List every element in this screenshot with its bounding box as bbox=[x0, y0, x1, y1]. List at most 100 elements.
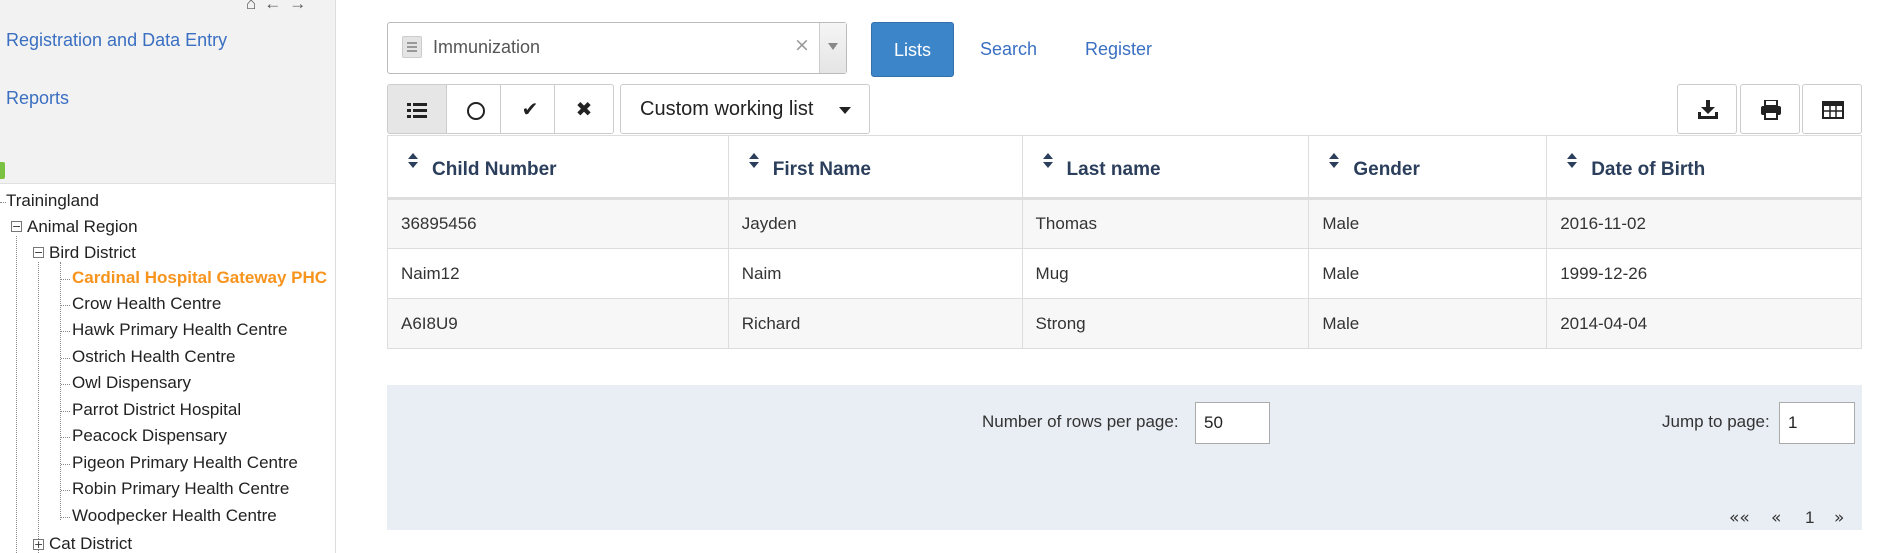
tree-node-selected-orgunit[interactable]: Cardinal Hospital Gateway PHC bbox=[72, 268, 327, 288]
forward-arrow-icon[interactable]: → bbox=[289, 0, 314, 13]
table-cell: Naim12 bbox=[387, 248, 729, 299]
column-header-date-of-birth[interactable]: Date of Birth bbox=[1546, 135, 1862, 200]
table-cell: Jayden bbox=[727, 198, 1023, 249]
program-icon bbox=[402, 36, 422, 58]
sidebar: ⌂←→ Registration and Data Entry Reports … bbox=[0, 0, 336, 553]
working-list-table: Child Number First Name Last name Gender… bbox=[387, 135, 1862, 349]
tree-connector bbox=[61, 464, 70, 465]
working-list-dropdown[interactable]: Custom working list bbox=[620, 84, 870, 134]
table-cell: Richard bbox=[727, 298, 1023, 349]
tree-node-animal-region[interactable]: Animal Region bbox=[27, 217, 138, 237]
tree-connector bbox=[38, 262, 39, 553]
collapse-icon[interactable]: − bbox=[11, 221, 22, 232]
filter-completed-button[interactable]: ✔ bbox=[500, 84, 560, 134]
tree-node-orgunit[interactable]: Robin Primary Health Centre bbox=[72, 479, 289, 499]
table-cell: Naim bbox=[727, 248, 1023, 299]
table-row[interactable]: A6I8U9 Richard Strong Male 2014-04-04 bbox=[387, 298, 1862, 349]
column-header-gender[interactable]: Gender bbox=[1308, 135, 1548, 200]
column-header-child-number[interactable]: Child Number bbox=[387, 135, 729, 200]
tree-node-orgunit[interactable]: Owl Dispensary bbox=[72, 373, 191, 393]
table-row[interactable]: 36895456 Jayden Thomas Male 2016-11-02 bbox=[387, 198, 1862, 249]
previous-page-link[interactable]: « bbox=[1771, 508, 1781, 528]
nav-icons: ⌂←→ bbox=[246, 0, 314, 14]
filter-open-button[interactable] bbox=[446, 84, 506, 134]
tree-node-cat-district[interactable]: Cat District bbox=[49, 534, 132, 553]
table-cell: Thomas bbox=[1021, 198, 1310, 249]
column-header-label: Last name bbox=[1066, 158, 1161, 180]
table-cell: 1999-12-26 bbox=[1546, 248, 1862, 299]
collapse-icon[interactable]: − bbox=[33, 247, 44, 258]
print-icon bbox=[1761, 100, 1781, 120]
column-header-first-name[interactable]: First Name bbox=[727, 135, 1023, 200]
tree-node-orgunit[interactable]: Ostrich Health Centre bbox=[72, 347, 235, 367]
sort-icon[interactable] bbox=[1567, 152, 1578, 169]
tree-connector bbox=[61, 411, 70, 412]
tab-lists[interactable]: Lists bbox=[871, 22, 954, 77]
columns-button[interactable] bbox=[1802, 84, 1862, 134]
table-cell: Strong bbox=[1021, 298, 1310, 349]
tree-connector bbox=[61, 490, 70, 491]
tree-connector bbox=[61, 517, 70, 518]
tree-connector bbox=[61, 437, 70, 438]
sort-icon[interactable] bbox=[408, 152, 418, 169]
expand-icon[interactable]: + bbox=[33, 539, 44, 550]
table-cell: 2016-11-02 bbox=[1546, 198, 1862, 249]
tree-node-bird-district[interactable]: Bird District bbox=[49, 243, 136, 263]
column-header-label: Child Number bbox=[432, 158, 557, 180]
status-indicator bbox=[0, 162, 5, 179]
tree-connector bbox=[61, 331, 70, 332]
table-cell: A6I8U9 bbox=[387, 298, 729, 349]
sort-icon[interactable] bbox=[748, 152, 759, 169]
caret-down-icon bbox=[839, 107, 851, 114]
sort-icon[interactable] bbox=[1329, 152, 1340, 169]
registration-link[interactable]: Registration and Data Entry bbox=[6, 30, 227, 51]
download-button[interactable] bbox=[1677, 84, 1737, 134]
tab-search[interactable]: Search bbox=[980, 22, 1037, 77]
tree-node-orgunit[interactable]: Peacock Dispensary bbox=[72, 426, 227, 446]
table-cell: 2014-04-04 bbox=[1546, 298, 1862, 349]
program-select-value: Immunization bbox=[433, 37, 541, 57]
list-icon bbox=[407, 102, 427, 119]
grid-icon bbox=[1822, 101, 1844, 119]
tree-node-orgunit[interactable]: Crow Health Centre bbox=[72, 294, 221, 314]
table-cell: Mug bbox=[1021, 248, 1310, 299]
column-header-label: First Name bbox=[772, 158, 871, 180]
table-cell: Male bbox=[1308, 198, 1548, 249]
tree-node-orgunit[interactable]: Hawk Primary Health Centre bbox=[72, 320, 287, 340]
sort-icon[interactable] bbox=[1042, 152, 1053, 169]
next-page-link[interactable]: » bbox=[1834, 508, 1844, 528]
tree-node-orgunit[interactable]: Woodpecker Health Centre bbox=[72, 506, 277, 526]
first-page-link[interactable]: «« bbox=[1729, 508, 1750, 528]
tree-connector bbox=[61, 305, 70, 306]
program-select[interactable]: Immunization × bbox=[387, 22, 847, 74]
column-header-last-name[interactable]: Last name bbox=[1021, 135, 1310, 200]
rows-per-page-label: Number of rows per page: bbox=[982, 412, 1179, 431]
column-header-label: Gender bbox=[1353, 158, 1420, 180]
tree-node-trainingland[interactable]: Trainingland bbox=[6, 191, 99, 211]
filter-cancelled-button[interactable]: ✖ bbox=[554, 84, 614, 134]
rows-per-page-input[interactable] bbox=[1195, 402, 1270, 444]
table-row[interactable]: Naim12 Naim Mug Male 1999-12-26 bbox=[387, 248, 1862, 299]
table-cell: 36895456 bbox=[387, 198, 729, 249]
sidebar-header: ⌂←→ Registration and Data Entry Reports bbox=[0, 0, 335, 184]
jump-to-page-label: Jump to page: bbox=[1662, 412, 1770, 431]
print-button[interactable] bbox=[1740, 84, 1800, 134]
home-icon[interactable]: ⌂ bbox=[246, 0, 264, 13]
current-page-number[interactable]: 1 bbox=[1805, 508, 1814, 528]
dropdown-arrow-icon[interactable] bbox=[819, 23, 846, 73]
jump-to-page-input[interactable] bbox=[1779, 402, 1855, 444]
back-arrow-icon[interactable]: ← bbox=[264, 0, 289, 13]
reports-link[interactable]: Reports bbox=[6, 88, 69, 109]
table-cell: Male bbox=[1308, 248, 1548, 299]
tree-connector bbox=[61, 358, 70, 359]
tree-connector bbox=[61, 279, 70, 280]
filter-all-button[interactable] bbox=[387, 84, 447, 134]
tree-node-orgunit[interactable]: Pigeon Primary Health Centre bbox=[72, 453, 298, 473]
tree-node-orgunit[interactable]: Parrot District Hospital bbox=[72, 400, 241, 420]
check-icon: ✔ bbox=[521, 97, 539, 121]
clear-icon[interactable]: × bbox=[794, 34, 810, 56]
table-header-row: Child Number First Name Last name Gender… bbox=[387, 135, 1862, 200]
circle-icon bbox=[467, 101, 485, 120]
tab-register[interactable]: Register bbox=[1085, 22, 1152, 77]
download-icon bbox=[1698, 100, 1718, 119]
